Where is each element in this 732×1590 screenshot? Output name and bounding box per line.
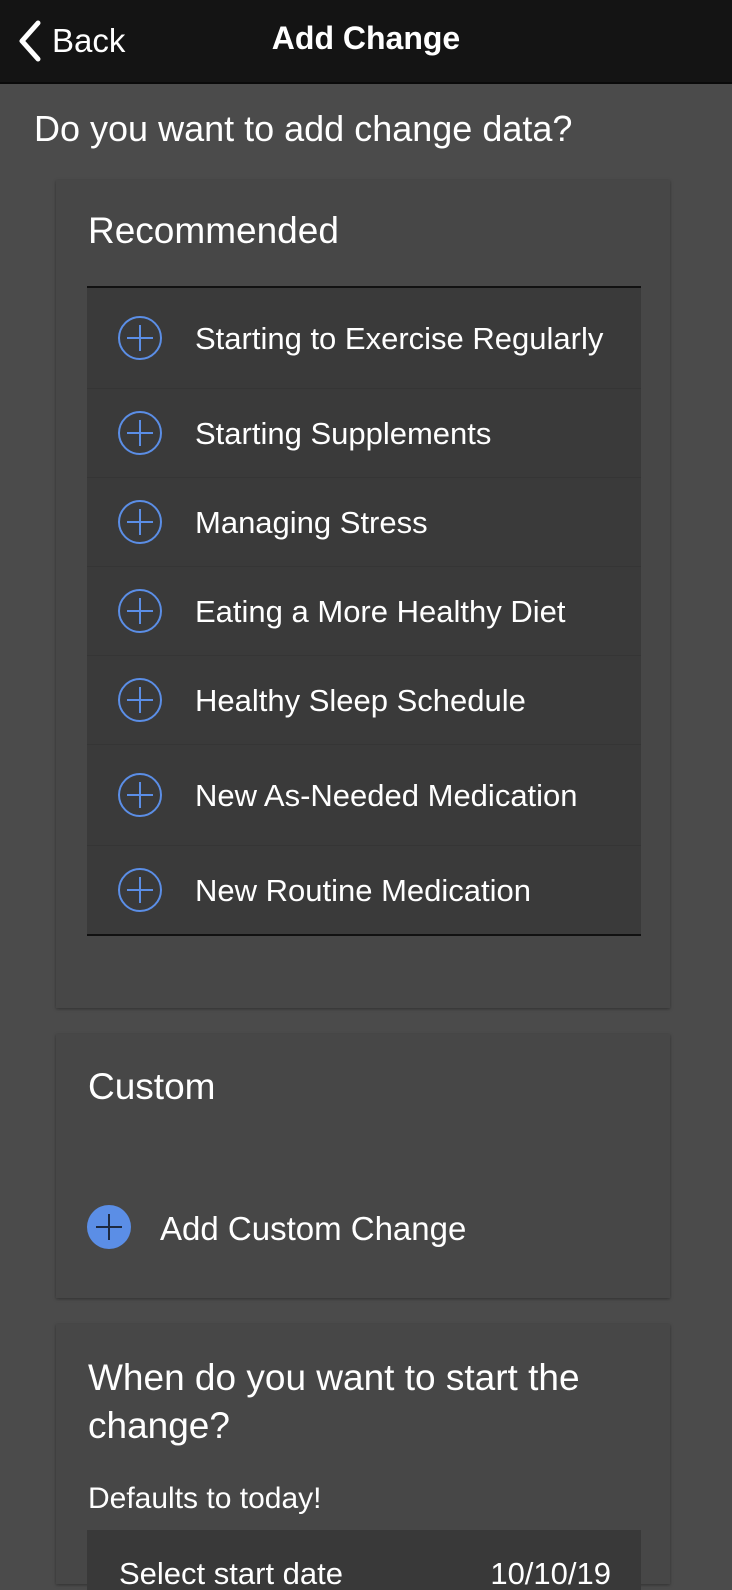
custom-title: Custom xyxy=(88,1066,216,1107)
list-item-routine-medication[interactable]: New Routine Medication xyxy=(87,846,641,934)
page-title: Add Change xyxy=(271,20,461,56)
list-item-label: Starting to Exercise Regularly xyxy=(195,320,604,356)
recommended-card: Recommended Starting to Exercise Regular… xyxy=(56,180,670,1008)
list-item-starting-supplements[interactable]: Starting Supplements xyxy=(87,389,641,478)
list-item-label: Managing Stress xyxy=(195,504,428,540)
plus-circle-outline-icon xyxy=(117,499,163,545)
list-item-sleep-schedule[interactable]: Healthy Sleep Schedule xyxy=(87,656,641,745)
plus-circle-outline-icon xyxy=(117,772,163,818)
plus-circle-outline-icon xyxy=(117,410,163,456)
list-item-as-needed-medication[interactable]: New As-Needed Medication xyxy=(87,745,641,846)
start-date-label: Select start date xyxy=(119,1556,344,1590)
recommended-list: Starting to Exercise Regularly Starting … xyxy=(87,286,641,936)
plus-circle-filled-icon xyxy=(86,1204,132,1255)
plus-circle-outline-icon xyxy=(117,315,163,361)
start-date-title: When do you want to start the change? xyxy=(88,1357,580,1446)
list-item-label: Eating a More Healthy Diet xyxy=(195,593,566,629)
custom-card: Custom Add Custom Change xyxy=(56,1034,670,1298)
plus-circle-outline-icon xyxy=(117,588,163,634)
add-custom-change-button[interactable]: Add Custom Change xyxy=(86,1204,466,1254)
nav-bar: Back Add Change xyxy=(0,0,732,84)
list-item-starting-exercise[interactable]: Starting to Exercise Regularly xyxy=(87,288,641,389)
start-date-card: When do you want to start the change? De… xyxy=(56,1324,670,1590)
add-custom-change-label: Add Custom Change xyxy=(160,1210,467,1247)
plus-circle-outline-icon xyxy=(117,677,163,723)
list-item-label: Starting Supplements xyxy=(195,415,492,451)
list-item-managing-stress[interactable]: Managing Stress xyxy=(87,478,641,567)
list-item-healthy-diet[interactable]: Eating a More Healthy Diet xyxy=(87,567,641,656)
start-date-subtitle: Defaults to today! xyxy=(88,1482,322,1515)
list-item-label: New As-Needed Medication xyxy=(195,777,578,813)
list-item-label: New Routine Medication xyxy=(195,872,532,908)
recommended-title: Recommended xyxy=(88,210,339,251)
list-item-label: Healthy Sleep Schedule xyxy=(195,682,526,718)
start-date-value: 10/10/19 xyxy=(490,1556,611,1590)
page-question: Do you want to add change data? xyxy=(34,108,573,149)
start-date-picker[interactable]: Select start date 10/10/19 xyxy=(87,1530,641,1590)
plus-circle-outline-icon xyxy=(117,867,163,913)
